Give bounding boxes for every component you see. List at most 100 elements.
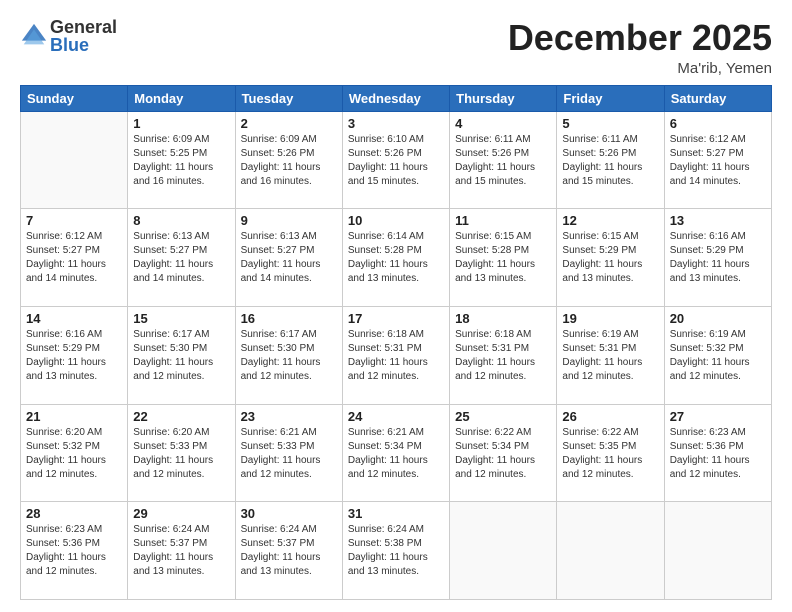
calendar-cell: 20 Sunrise: 6:19 AM Sunset: 5:32 PM Dayli… [664,306,771,404]
calendar-cell: 2Sunrise: 6:09 AM Sunset: 5:26 PM Daylig… [235,111,342,209]
day-info: Sunrise: 6:20 AM Sunset: 5:32 PM Dayligh… [26,426,122,482]
day-info: Sunrise: 6:12 AM Sunset: 5:27 PM Dayligh… [670,133,766,189]
calendar-week-row: 1Sunrise: 6:09 AM Sunset: 5:25 PM Daylig… [21,111,772,209]
calendar-cell: 27Sunrise: 6:23 AM Sunset: 5:36 PM Dayli… [664,404,771,502]
day-number: 12 [562,213,658,228]
calendar-cell: 19 Sunrise: 6:19 AM Sunset: 5:31 PM Dayli… [557,306,664,404]
calendar-header-row: SundayMondayTuesdayWednesdayThursdayFrid… [21,85,772,111]
day-info: Sunrise: 6:11 AM Sunset: 5:26 PM Dayligh… [562,133,658,189]
calendar-cell: 9 Sunrise: 6:13 AM Sunset: 5:27 PM Daylig… [235,209,342,307]
calendar-cell: 1Sunrise: 6:09 AM Sunset: 5:25 PM Daylig… [128,111,235,209]
day-info: Sunrise: 6:19 AM Sunset: 5:31 PM Dayligh… [562,328,658,384]
calendar-cell: 28Sunrise: 6:23 AM Sunset: 5:36 PM Dayli… [21,502,128,600]
day-info: Sunrise: 6:15 AM Sunset: 5:29 PM Dayligh… [562,230,658,286]
calendar-cell: 31 Sunrise: 6:24 AM Sunset: 5:38 PM Dayli… [342,502,449,600]
day-info: Sunrise: 6:17 AM Sunset: 5:30 PM Dayligh… [133,328,229,384]
calendar-cell: 21Sunrise: 6:20 AM Sunset: 5:32 PM Dayli… [21,404,128,502]
logo: General Blue [20,18,117,54]
day-number: 15 [133,311,229,326]
calendar-cell: 23 Sunrise: 6:21 AM Sunset: 5:33 PM Dayli… [235,404,342,502]
day-number: 13 [670,213,766,228]
day-of-week-header: Saturday [664,85,771,111]
day-info: Sunrise: 6:12 AM Sunset: 5:27 PM Dayligh… [26,230,122,286]
day-info: Sunrise: 6:16 AM Sunset: 5:29 PM Dayligh… [670,230,766,286]
day-number: 26 [562,409,658,424]
title-block: December 2025 Ma'rib, Yemen [508,18,772,77]
day-info: Sunrise: 6:15 AM Sunset: 5:28 PM Dayligh… [455,230,551,286]
day-number: 19 [562,311,658,326]
day-number: 3 [348,116,444,131]
calendar-cell: 7Sunrise: 6:12 AM Sunset: 5:27 PM Daylig… [21,209,128,307]
calendar-cell: 3Sunrise: 6:10 AM Sunset: 5:26 PM Daylig… [342,111,449,209]
calendar-cell: 29Sunrise: 6:24 AM Sunset: 5:37 PM Dayli… [128,502,235,600]
logo-text: General Blue [50,18,117,54]
day-info: Sunrise: 6:21 AM Sunset: 5:34 PM Dayligh… [348,426,444,482]
day-of-week-header: Friday [557,85,664,111]
month-title: December 2025 [508,18,772,58]
day-number: 8 [133,213,229,228]
day-info: Sunrise: 6:24 AM Sunset: 5:38 PM Dayligh… [348,523,444,579]
calendar-cell: 25 Sunrise: 6:22 AM Sunset: 5:34 PM Dayli… [450,404,557,502]
day-number: 28 [26,506,122,521]
calendar-week-row: 7Sunrise: 6:12 AM Sunset: 5:27 PM Daylig… [21,209,772,307]
day-number: 24 [348,409,444,424]
day-of-week-header: Sunday [21,85,128,111]
calendar-cell: 13 Sunrise: 6:16 AM Sunset: 5:29 PM Dayli… [664,209,771,307]
calendar-cell: 10 Sunrise: 6:14 AM Sunset: 5:28 PM Dayli… [342,209,449,307]
day-number: 11 [455,213,551,228]
day-number: 5 [562,116,658,131]
calendar-cell [557,502,664,600]
day-number: 14 [26,311,122,326]
day-number: 17 [348,311,444,326]
day-number: 25 [455,409,551,424]
day-number: 6 [670,116,766,131]
calendar-cell: 14 Sunrise: 6:16 AM Sunset: 5:29 PM Dayli… [21,306,128,404]
calendar-cell: 24 Sunrise: 6:21 AM Sunset: 5:34 PM Dayli… [342,404,449,502]
day-number: 1 [133,116,229,131]
calendar-cell: 22Sunrise: 6:20 AM Sunset: 5:33 PM Dayli… [128,404,235,502]
calendar-week-row: 21Sunrise: 6:20 AM Sunset: 5:32 PM Dayli… [21,404,772,502]
day-info: Sunrise: 6:13 AM Sunset: 5:27 PM Dayligh… [241,230,337,286]
day-number: 20 [670,311,766,326]
day-info: Sunrise: 6:22 AM Sunset: 5:35 PM Dayligh… [562,426,658,482]
day-number: 10 [348,213,444,228]
day-info: Sunrise: 6:16 AM Sunset: 5:29 PM Dayligh… [26,328,122,384]
day-info: Sunrise: 6:13 AM Sunset: 5:27 PM Dayligh… [133,230,229,286]
day-info: Sunrise: 6:21 AM Sunset: 5:33 PM Dayligh… [241,426,337,482]
calendar-cell [664,502,771,600]
day-info: Sunrise: 6:18 AM Sunset: 5:31 PM Dayligh… [455,328,551,384]
day-of-week-header: Wednesday [342,85,449,111]
calendar-cell: 15 Sunrise: 6:17 AM Sunset: 5:30 PM Dayli… [128,306,235,404]
day-info: Sunrise: 6:11 AM Sunset: 5:26 PM Dayligh… [455,133,551,189]
day-number: 16 [241,311,337,326]
page: General Blue December 2025 Ma'rib, Yemen… [0,0,792,612]
day-number: 9 [241,213,337,228]
day-of-week-header: Thursday [450,85,557,111]
day-number: 29 [133,506,229,521]
day-info: Sunrise: 6:14 AM Sunset: 5:28 PM Dayligh… [348,230,444,286]
day-info: Sunrise: 6:22 AM Sunset: 5:34 PM Dayligh… [455,426,551,482]
logo-general: General [50,18,117,36]
calendar-cell [450,502,557,600]
day-number: 22 [133,409,229,424]
day-info: Sunrise: 6:19 AM Sunset: 5:32 PM Dayligh… [670,328,766,384]
calendar-cell: 5 Sunrise: 6:11 AM Sunset: 5:26 PM Daylig… [557,111,664,209]
day-of-week-header: Monday [128,85,235,111]
calendar-cell: 16Sunrise: 6:17 AM Sunset: 5:30 PM Dayli… [235,306,342,404]
logo-icon [20,22,48,50]
calendar-cell: 4Sunrise: 6:11 AM Sunset: 5:26 PM Daylig… [450,111,557,209]
calendar-week-row: 28Sunrise: 6:23 AM Sunset: 5:36 PM Dayli… [21,502,772,600]
calendar-cell [21,111,128,209]
calendar-table: SundayMondayTuesdayWednesdayThursdayFrid… [20,85,772,600]
day-number: 23 [241,409,337,424]
day-number: 2 [241,116,337,131]
day-info: Sunrise: 6:18 AM Sunset: 5:31 PM Dayligh… [348,328,444,384]
day-number: 31 [348,506,444,521]
calendar-cell: 30Sunrise: 6:24 AM Sunset: 5:37 PM Dayli… [235,502,342,600]
calendar-cell: 6 Sunrise: 6:12 AM Sunset: 5:27 PM Daylig… [664,111,771,209]
location: Ma'rib, Yemen [508,60,772,77]
calendar-week-row: 14 Sunrise: 6:16 AM Sunset: 5:29 PM Dayli… [21,306,772,404]
day-number: 27 [670,409,766,424]
calendar-cell: 18Sunrise: 6:18 AM Sunset: 5:31 PM Dayli… [450,306,557,404]
day-number: 30 [241,506,337,521]
